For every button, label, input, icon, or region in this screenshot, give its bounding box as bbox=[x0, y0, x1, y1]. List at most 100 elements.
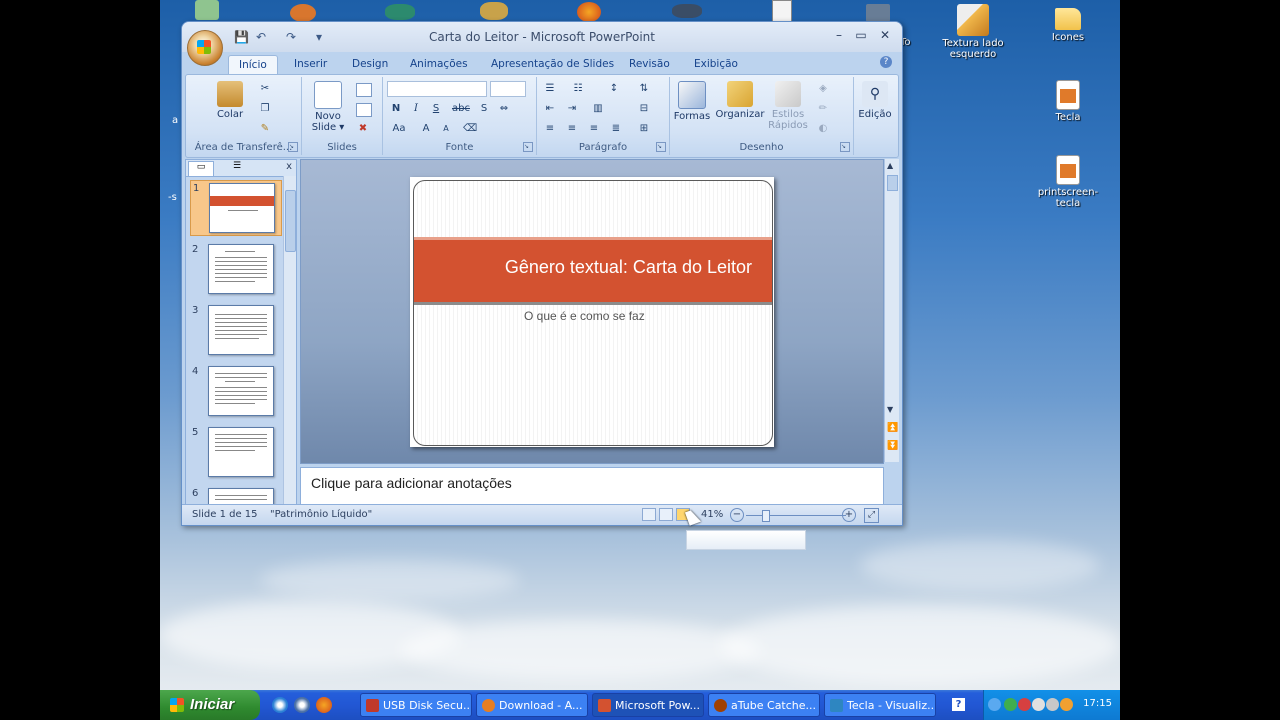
tab-design[interactable]: Design bbox=[342, 55, 398, 74]
desktop-icon-partial-2[interactable] bbox=[290, 4, 316, 22]
slides-pane-scrollbar[interactable] bbox=[283, 176, 296, 505]
zoom-out-icon[interactable]: − bbox=[730, 508, 744, 522]
desktop-icon-tecla[interactable]: Tecla bbox=[1028, 80, 1108, 123]
shrink-font-icon[interactable]: A bbox=[439, 123, 453, 135]
numbering-icon[interactable]: ☷ bbox=[571, 83, 585, 95]
slide-thumbnail[interactable]: 1 bbox=[190, 180, 282, 236]
next-slide-icon[interactable]: ⏬ bbox=[887, 441, 898, 451]
desktop-icon-partial-6[interactable] bbox=[672, 4, 702, 18]
line-spacing-icon[interactable]: ↕ bbox=[607, 83, 621, 95]
arrange-button[interactable]: Organizar bbox=[714, 81, 766, 120]
start-button[interactable]: Iniciar bbox=[160, 690, 260, 720]
tab-revisao[interactable]: Revisão bbox=[619, 55, 680, 74]
tab-exibicao[interactable]: Exibição bbox=[684, 55, 748, 74]
task-atube[interactable]: aTube Catche... bbox=[708, 693, 820, 717]
shape-outline-icon[interactable]: ✏ bbox=[816, 103, 830, 115]
slide-subtitle[interactable]: O que é e como se faz bbox=[524, 309, 645, 323]
security-icon[interactable] bbox=[1018, 698, 1031, 711]
network-icon[interactable] bbox=[1004, 698, 1017, 711]
ie-icon[interactable] bbox=[272, 697, 288, 713]
dialog-launcher-icon[interactable]: ↘ bbox=[288, 142, 298, 152]
char-spacing-icon[interactable]: ⇔ bbox=[497, 103, 511, 115]
zoom-level[interactable]: 41% bbox=[701, 509, 723, 520]
desktop-icon-textura[interactable]: Textura lado esquerdo bbox=[933, 4, 1013, 60]
tray-arrow-icon[interactable] bbox=[988, 698, 1001, 711]
scroll-up-icon[interactable]: ▲ bbox=[887, 161, 893, 170]
tab-apresentacao[interactable]: Apresentação de Slides bbox=[481, 55, 624, 74]
task-download[interactable]: Download - A... bbox=[476, 693, 588, 717]
layout-icon[interactable] bbox=[356, 83, 372, 97]
shadow-button[interactable]: S bbox=[477, 103, 491, 115]
copy-icon[interactable]: ❐ bbox=[258, 103, 272, 115]
align-right-icon[interactable]: ≡ bbox=[587, 123, 601, 135]
font-size-combo[interactable] bbox=[490, 81, 526, 97]
zoom-in-icon[interactable]: + bbox=[842, 508, 856, 522]
antivirus-icon[interactable] bbox=[1060, 698, 1073, 711]
paste-button[interactable]: Colar bbox=[210, 81, 250, 120]
slide-title[interactable]: Gênero textual: Carta do Leitor bbox=[505, 257, 752, 278]
slide[interactable]: Gênero textual: Carta do Leitor O que é … bbox=[410, 177, 774, 447]
prev-slide-icon[interactable]: ⏫ bbox=[887, 423, 898, 433]
dialog-launcher-icon[interactable]: ↘ bbox=[656, 142, 666, 152]
format-painter-icon[interactable]: ✎ bbox=[258, 123, 272, 135]
bold-button[interactable]: N bbox=[389, 103, 403, 115]
theme-name[interactable]: "Patrimônio Líquido" bbox=[270, 509, 372, 520]
delete-slide-icon[interactable]: ✖ bbox=[356, 123, 370, 135]
volume-icon[interactable] bbox=[1046, 698, 1059, 711]
slide-thumbnail[interactable]: 5 bbox=[190, 425, 280, 479]
shape-effects-icon[interactable]: ◐ bbox=[816, 123, 830, 135]
tab-animacoes[interactable]: Animações bbox=[400, 55, 478, 74]
cut-icon[interactable]: ✂ bbox=[258, 83, 272, 95]
dialog-launcher-icon[interactable]: ↘ bbox=[840, 142, 850, 152]
slide-thumbnail[interactable]: 3 bbox=[190, 303, 280, 357]
task-tecla-viewer[interactable]: Tecla - Visualiz... bbox=[824, 693, 936, 717]
normal-view-button[interactable] bbox=[642, 508, 656, 521]
scroll-thumb[interactable] bbox=[887, 175, 898, 191]
align-left-icon[interactable]: ≡ bbox=[543, 123, 557, 135]
desktop-icon-partial-1[interactable] bbox=[195, 0, 219, 20]
task-powerpoint[interactable]: Microsoft Pow... bbox=[592, 693, 704, 717]
fit-to-window-icon[interactable]: ⤢ bbox=[864, 508, 879, 523]
help-icon[interactable]: ? bbox=[880, 56, 892, 68]
tab-outline[interactable]: ☰ bbox=[220, 161, 254, 175]
tab-slides[interactable]: ▭ bbox=[188, 161, 214, 176]
desktop-icon-partial-8[interactable] bbox=[866, 4, 890, 22]
font-name-combo[interactable] bbox=[387, 81, 487, 97]
desktop-icon-printscreen[interactable]: printscreen-tecla bbox=[1028, 155, 1108, 209]
scroll-down-icon[interactable]: ▼ bbox=[887, 405, 893, 414]
desktop-icon-partial-5[interactable] bbox=[577, 2, 601, 22]
desktop-icon-partial-4[interactable] bbox=[480, 2, 508, 20]
columns-icon[interactable]: ▥ bbox=[591, 103, 605, 115]
maximize-button[interactable]: ▭ bbox=[852, 28, 870, 42]
increase-indent-icon[interactable]: ⇥ bbox=[565, 103, 579, 115]
notes-pane[interactable]: Clique para adicionar anotações bbox=[300, 467, 884, 505]
help-tray-icon[interactable]: ? bbox=[952, 698, 965, 711]
clear-format-icon[interactable]: ⌫ bbox=[463, 123, 477, 135]
desktop-icon-partial-3[interactable] bbox=[385, 4, 415, 20]
notes-placeholder[interactable]: Clique para adicionar anotações bbox=[311, 475, 512, 491]
bullets-icon[interactable]: ☰ bbox=[543, 83, 557, 95]
task-usb-disk[interactable]: USB Disk Secu... bbox=[360, 693, 472, 717]
tab-inicio[interactable]: Início bbox=[228, 55, 278, 75]
slide-sorter-button[interactable] bbox=[659, 508, 673, 521]
slide-thumbnail[interactable]: 2 bbox=[190, 242, 280, 296]
main-scrollbar[interactable]: ▲ ▼ ⏫ ⏬ bbox=[884, 159, 899, 462]
clock[interactable]: 17:15 bbox=[1083, 698, 1112, 709]
minimize-button[interactable]: – bbox=[830, 28, 848, 42]
slide-thumbnail[interactable]: 4 bbox=[190, 364, 280, 418]
tab-inserir[interactable]: Inserir bbox=[284, 55, 337, 74]
align-center-icon[interactable]: ≡ bbox=[565, 123, 579, 135]
smartart-icon[interactable]: ⊞ bbox=[637, 123, 651, 135]
strikethrough-button[interactable]: abc bbox=[451, 103, 471, 115]
firefox-icon[interactable] bbox=[316, 697, 332, 713]
slide-thumbnail[interactable]: 6 bbox=[190, 486, 280, 504]
italic-button[interactable]: I bbox=[409, 103, 423, 115]
grow-font-icon[interactable]: A bbox=[419, 123, 433, 135]
pane-close-button[interactable]: x bbox=[286, 161, 292, 172]
reset-icon[interactable] bbox=[356, 103, 372, 117]
shapes-button[interactable]: Formas bbox=[672, 81, 712, 122]
media-player-icon[interactable] bbox=[294, 697, 310, 713]
scroll-thumb[interactable] bbox=[285, 190, 296, 252]
decrease-indent-icon[interactable]: ⇤ bbox=[543, 103, 557, 115]
align-text-icon[interactable]: ⊟ bbox=[637, 103, 651, 115]
